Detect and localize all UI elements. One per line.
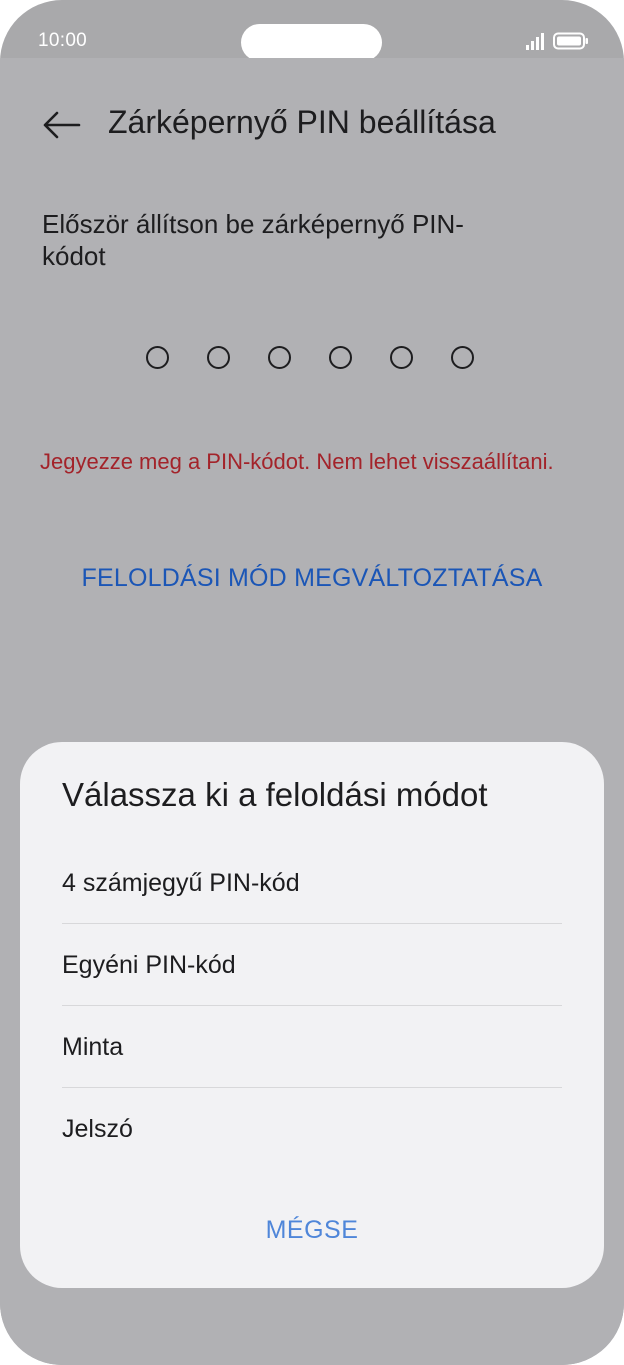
cancel-button[interactable]: MÉGSE (20, 1216, 604, 1245)
phone-frame: 10:00 Zárképernyő PIN beállítása Először… (0, 0, 624, 1365)
battery-icon (553, 32, 588, 50)
pin-warning-text: Jegyezze meg a PIN-kódot. Nem lehet viss… (40, 449, 554, 474)
option-label: Egyéni PIN-kód (62, 951, 236, 979)
unlock-method-bottom-sheet: Válassza ki a feloldási módot 4 számjegy… (20, 742, 604, 1288)
pin-dot (268, 346, 291, 369)
status-time: 10:00 (38, 30, 88, 51)
option-password[interactable]: Jelszó (62, 1088, 562, 1170)
pin-dot (451, 346, 474, 369)
pin-dot (146, 346, 169, 369)
change-unlock-mode-link[interactable]: FELOLDÁSI MÓD MEGVÁLTOZTATÁSA (0, 564, 624, 593)
option-label: Minta (62, 1033, 124, 1061)
cellular-signal-icon (526, 33, 544, 50)
option-label: Jelszó (62, 1115, 133, 1143)
page-title: Zárképernyő PIN beállítása (108, 104, 496, 140)
camera-notch (241, 24, 382, 61)
option-custom-pin[interactable]: Egyéni PIN-kód (62, 924, 562, 1006)
top-app-bar: Zárképernyő PIN beállítása (0, 96, 624, 160)
back-button[interactable] (38, 102, 84, 148)
option-pattern[interactable]: Minta (62, 1006, 562, 1088)
pin-dot (207, 346, 230, 369)
pin-entry-indicator (146, 346, 486, 370)
option-label: 4 számjegyű PIN-kód (62, 869, 300, 897)
option-4-digit-pin[interactable]: 4 számjegyű PIN-kód (62, 842, 562, 924)
pin-dot (390, 346, 413, 369)
sheet-title: Válassza ki a feloldási módot (62, 776, 488, 813)
status-bar: 10:00 (0, 0, 624, 61)
pin-dot (329, 346, 352, 369)
arrow-left-icon (43, 111, 81, 139)
pin-prompt-text: Először állítson be zárképernyő PIN-kódo… (42, 209, 464, 271)
